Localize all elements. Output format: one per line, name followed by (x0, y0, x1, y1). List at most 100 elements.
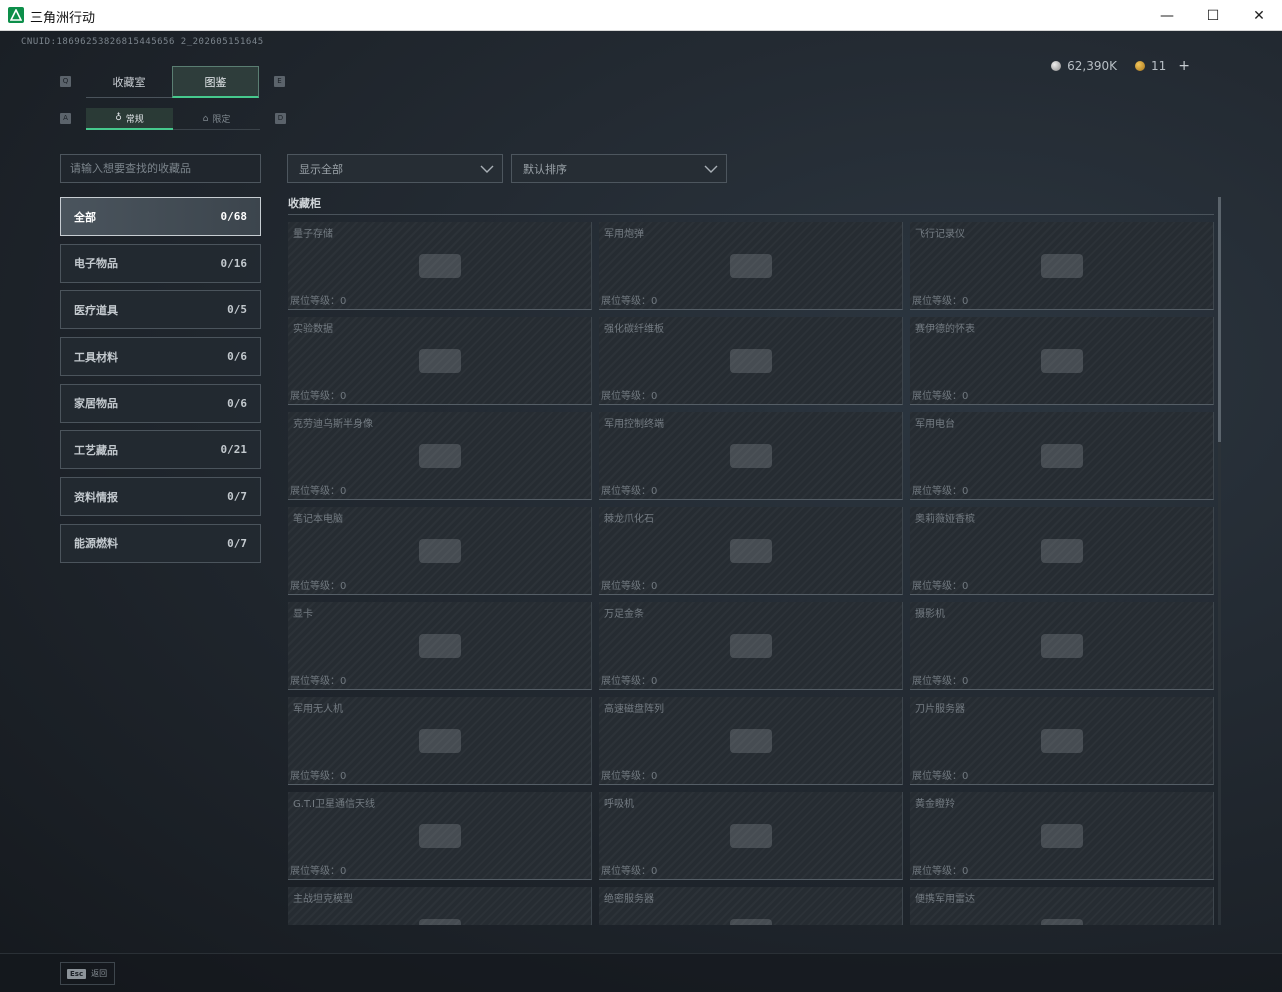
category-medical[interactable]: 医疗道具 0/5 (60, 290, 261, 330)
collection-item-card[interactable]: 量子存储 展位等级：0 (288, 222, 592, 310)
close-button[interactable]: ✕ (1236, 0, 1282, 31)
item-display-level: 展位等级：0 (290, 866, 347, 877)
item-display-level: 展位等级：0 (912, 296, 969, 307)
panel-icon (729, 348, 772, 373)
category-count: 0/5 (227, 303, 247, 317)
add-currency-button[interactable]: + (1178, 58, 1190, 74)
sort-dropdown[interactable]: 默认排序 (511, 154, 727, 183)
key-hint-d: D (275, 113, 286, 124)
item-display-level: 展位等级：0 (601, 676, 658, 687)
collection-item-card[interactable]: 呼吸机 展位等级：0 (599, 792, 903, 880)
collection-item-card[interactable]: 军用控制终端 展位等级：0 (599, 412, 903, 500)
item-display-level: 展位等级：0 (912, 676, 969, 687)
collection-item-card[interactable]: 便携军用雷达展位等级：0 (910, 887, 1214, 925)
item-display-level: 展位等级：0 (290, 676, 347, 687)
collection-item-card[interactable]: 摄影机展位等级：0 (910, 602, 1214, 690)
collection-item-card[interactable]: 高速磁盘阵列 展位等级：0 (599, 697, 903, 785)
tank-icon (418, 918, 461, 925)
collection-item-card[interactable]: 强化碳纤维板 展位等级：0 (599, 317, 903, 405)
collection-search-input[interactable] (60, 154, 261, 183)
app-logo-icon (8, 7, 24, 23)
category-count: 0/21 (220, 443, 248, 457)
collection-item-card[interactable]: 黄金瞪羚 展位等级：0 (910, 792, 1214, 880)
item-name: 摄影机 (915, 609, 945, 620)
category-label: 电子物品 (74, 257, 118, 271)
back-button[interactable]: Esc 返回 (60, 962, 115, 985)
category-household[interactable]: 家居物品 0/6 (60, 383, 261, 423)
chevron-down-icon (704, 165, 718, 173)
item-display-level: 展位等级：0 (290, 391, 347, 402)
champagne-icon (1040, 538, 1083, 563)
item-name: 万足金条 (604, 609, 644, 620)
category-energy[interactable]: 能源燃料 0/7 (60, 523, 261, 563)
collection-item-card[interactable]: 万足金条展位等级：0 (599, 602, 903, 690)
category-list: 全部 0/68 电子物品 0/16 医疗道具 0/5 工具材料 0/6 家居物品 0/6 … (60, 197, 261, 571)
collection-item-card[interactable]: 赛伊德的怀表 展位等级：0 (910, 317, 1214, 405)
item-name: G.T.I卫星通信天线 (293, 799, 375, 810)
item-name: 高速磁盘阵列 (604, 704, 664, 715)
laptop-icon (418, 538, 461, 563)
tab-limited[interactable]: ⌂ 限定 (173, 108, 260, 130)
terminal-icon (729, 443, 772, 468)
item-display-level: 展位等级：0 (912, 771, 969, 782)
scrollbar-thumb[interactable] (1218, 197, 1221, 442)
collection-grid: 量子存储 展位等级：0 军用炮弹 展位等级：0 飞行记录仪 展位等级：0 实验数据 展位等级：… (288, 222, 1214, 925)
category-count: 0/7 (227, 490, 247, 504)
collection-item-card[interactable]: 军用无人机 展位等级：0 (288, 697, 592, 785)
item-display-level: 展位等级：0 (912, 581, 969, 592)
item-name: 强化碳纤维板 (604, 324, 664, 335)
chevron-down-icon (480, 165, 494, 173)
item-display-level: 展位等级：0 (601, 771, 658, 782)
category-electronics[interactable]: 电子物品 0/16 (60, 243, 261, 283)
collection-item-card[interactable]: 笔记本电脑 展位等级：0 (288, 507, 592, 595)
display-filter-dropdown[interactable]: 显示全部 (287, 154, 503, 183)
collection-item-card[interactable]: 飞行记录仪展位等级：0 (910, 222, 1214, 310)
item-name: 刀片服务器 (915, 704, 965, 715)
item-name: 主战坦克模型 (293, 894, 353, 905)
collection-item-card[interactable]: 绝密服务器展位等级：0 (599, 887, 903, 925)
bust-icon (418, 443, 461, 468)
drone-icon (418, 728, 461, 753)
tab-catalog[interactable]: 图鉴 (172, 66, 259, 98)
item-display-level: 展位等级：0 (912, 866, 969, 877)
category-all[interactable]: 全部 0/68 (60, 197, 261, 236)
item-name: 军用炮弹 (604, 229, 644, 240)
item-display-level: 展位等级：0 (601, 391, 658, 402)
key-hint-e: E (274, 76, 285, 87)
item-name: 显卡 (293, 609, 313, 620)
key-hint-a: A (60, 113, 71, 124)
category-crafts[interactable]: 工艺藏品 0/21 (60, 430, 261, 470)
gazelle-icon (1040, 823, 1083, 848)
maximize-button[interactable]: ☐ (1190, 0, 1236, 31)
pocket-watch-icon (1040, 348, 1083, 373)
collection-item-card[interactable]: 显卡展位等级：0 (288, 602, 592, 690)
collection-item-card[interactable]: 棘龙爪化石 展位等级：0 (599, 507, 903, 595)
coin-amount: 62,390K (1067, 59, 1117, 73)
sub-tabs: ♁ 常规 ⌂ 限定 (86, 108, 260, 130)
item-display-level: 展位等级：0 (601, 486, 658, 497)
category-intel[interactable]: 资料情报 0/7 (60, 477, 261, 517)
radio-icon (1040, 443, 1083, 468)
window-titlebar: 三角洲行动 — ☐ ✕ (0, 0, 1282, 31)
item-name: 飞行记录仪 (915, 229, 965, 240)
gold-bar-icon (729, 633, 772, 658)
collection-item-card[interactable]: 实验数据 展位等级：0 (288, 317, 592, 405)
collection-item-card[interactable]: 主战坦克模型展位等级：0 (288, 887, 592, 925)
radar-icon (1040, 918, 1083, 925)
item-name: 赛伊德的怀表 (915, 324, 975, 335)
collection-item-card[interactable]: 军用炮弹 展位等级：0 (599, 222, 903, 310)
minimize-button[interactable]: — (1144, 0, 1190, 31)
collection-item-card[interactable]: 军用电台 展位等级：0 (910, 412, 1214, 500)
limited-icon: ⌂ (202, 113, 209, 124)
item-display-level: 展位等级：0 (912, 486, 969, 497)
tab-collection-room[interactable]: 收藏室 (86, 66, 172, 98)
item-name: 军用控制终端 (604, 419, 664, 430)
collection-item-card[interactable]: G.T.I卫星通信天线 展位等级：0 (288, 792, 592, 880)
collection-item-card[interactable]: 克劳迪乌斯半身像 展位等级：0 (288, 412, 592, 500)
item-name: 棘龙爪化石 (604, 514, 654, 525)
collection-item-card[interactable]: 刀片服务器展位等级：0 (910, 697, 1214, 785)
sort-value: 默认排序 (523, 162, 567, 176)
collection-item-card[interactable]: 奥莉薇娅香槟 展位等级：0 (910, 507, 1214, 595)
tab-regular[interactable]: ♁ 常规 (86, 108, 173, 130)
category-tools[interactable]: 工具材料 0/6 (60, 337, 261, 377)
